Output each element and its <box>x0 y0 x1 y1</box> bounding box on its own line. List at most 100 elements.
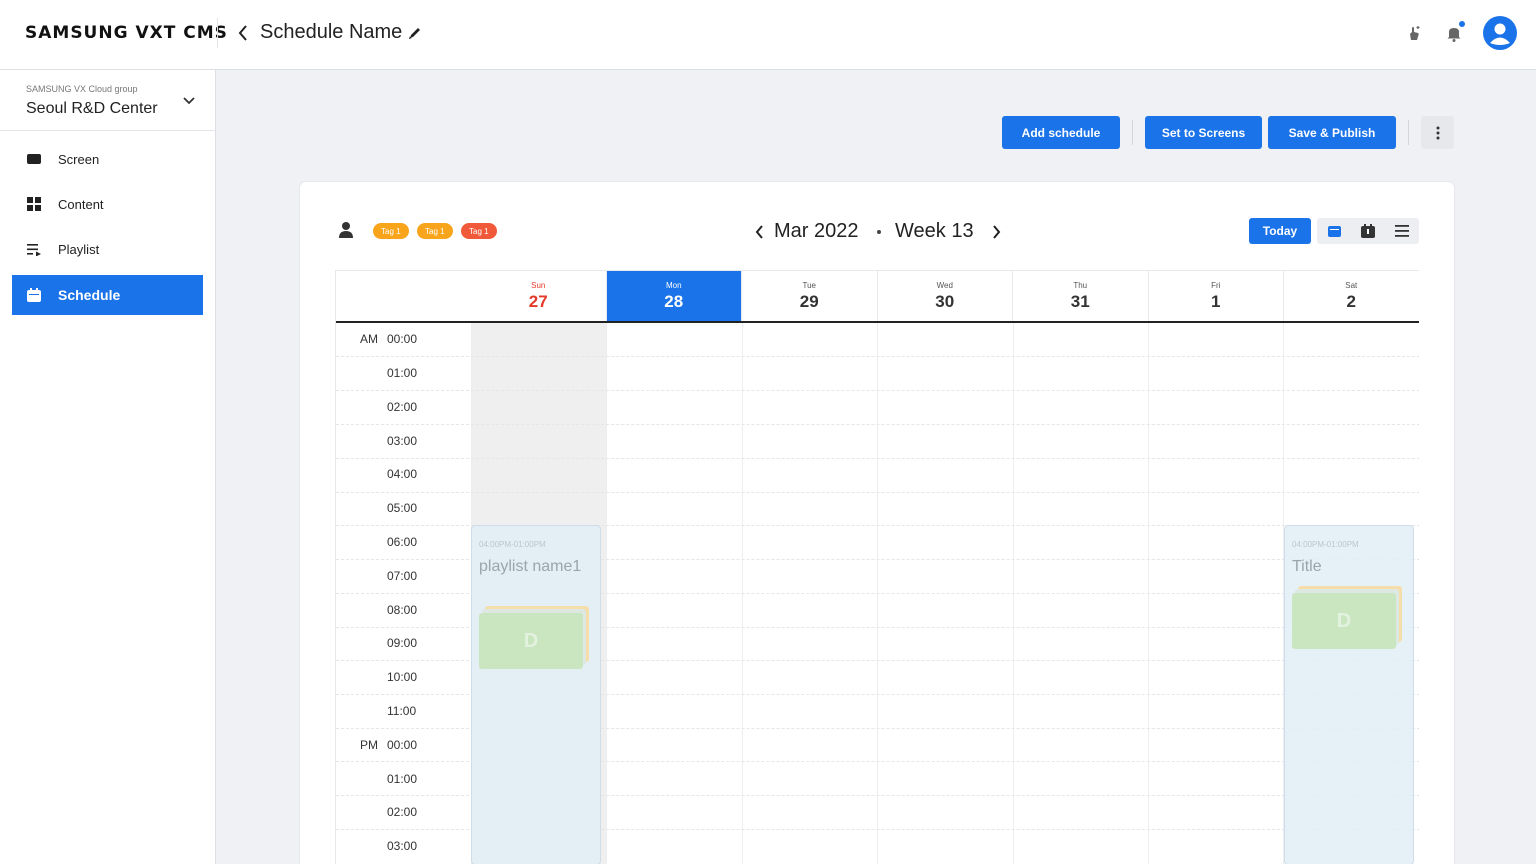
app-logo[interactable]: SAMSUNG VXT CMS <box>25 23 228 43</box>
touch-help-button[interactable] <box>1401 20 1427 46</box>
chevron-left-icon <box>755 225 763 239</box>
day-name: Wed <box>936 281 953 290</box>
user-avatar[interactable] <box>1483 16 1517 50</box>
day-header-thu[interactable]: Thu 31 <box>1013 271 1149 321</box>
content-thumbnail: D <box>479 606 591 670</box>
sidebar-item-label: Playlist <box>58 241 100 257</box>
button-divider <box>1408 120 1409 145</box>
hour-value: 00:00 <box>387 332 418 346</box>
day-header-wed[interactable]: Wed 30 <box>878 271 1013 321</box>
sidebar-item-label: Screen <box>58 151 100 167</box>
sidebar-item-schedule[interactable]: Schedule <box>12 275 203 315</box>
sidebar-item-screen[interactable]: Screen <box>12 139 203 179</box>
bell-icon <box>1447 27 1461 42</box>
day-name: Thu <box>1073 281 1088 290</box>
calendar-icon <box>26 287 42 303</box>
day-header-mon[interactable]: Mon 28 <box>606 271 742 321</box>
hour-value: 11:00 <box>387 704 417 718</box>
day-header-fri[interactable]: Fri 1 <box>1149 271 1284 321</box>
day-number: 1 <box>1211 292 1221 311</box>
event-time-range: 04:00PM-01:00PM <box>479 540 546 549</box>
event-title: playlist name1 <box>479 558 582 575</box>
hour-value: 00:00 <box>387 738 418 752</box>
hour-value: 08:00 <box>387 603 418 617</box>
week-view-button[interactable] <box>1351 218 1385 244</box>
list-view-button[interactable] <box>1385 218 1419 244</box>
ampm-label: AM <box>360 332 378 346</box>
day-view-button[interactable] <box>1317 218 1351 244</box>
touch-hand-icon <box>1410 26 1420 40</box>
more-vertical-icon <box>1436 126 1439 139</box>
thumbnail-front: D <box>479 613 583 669</box>
calendar-icon <box>1361 224 1375 238</box>
hour-value: 05:00 <box>387 501 418 515</box>
tag-chip[interactable]: Tag 1 <box>417 223 453 239</box>
group-name: Seoul R&D Center <box>26 100 158 117</box>
person-icon[interactable] <box>338 221 354 239</box>
sidebar-item-label: Schedule <box>58 287 121 303</box>
hour-value: 02:00 <box>387 805 418 819</box>
hour-value: 06:00 <box>387 535 418 549</box>
today-button[interactable]: Today <box>1249 218 1311 244</box>
topbar-divider <box>217 18 218 48</box>
playlist-icon <box>26 241 42 257</box>
hour-value: 02:00 <box>387 400 418 414</box>
day-header-tue[interactable]: Tue 29 <box>742 271 878 321</box>
event-time-range: 04:00PM-01:00PM <box>1292 540 1359 549</box>
notifications-button[interactable] <box>1441 20 1467 46</box>
button-divider <box>1132 120 1133 145</box>
day-number: 29 <box>799 292 819 311</box>
add-schedule-button[interactable]: Add schedule <box>1002 116 1120 149</box>
hour-value: 04:00 <box>387 467 418 481</box>
day-header-sat[interactable]: Sat 2 <box>1284 271 1419 321</box>
day-number: 30 <box>935 292 955 311</box>
sidebar: SAMSUNG VX Cloud group Seoul R&D Center … <box>0 70 216 864</box>
notification-dot <box>1459 21 1465 27</box>
tag-chip[interactable]: Tag 1 <box>461 223 497 239</box>
chevron-left-icon <box>238 25 247 41</box>
content-thumbnail: D <box>1292 586 1404 650</box>
screen-icon <box>26 151 42 167</box>
day-number: 28 <box>664 292 684 311</box>
month-label: Mar 2022 <box>774 220 859 242</box>
user-icon <box>1490 23 1510 45</box>
hour-value: 10:00 <box>387 670 418 684</box>
top-bar: SAMSUNG VXT CMS Schedule Name <box>0 0 1536 70</box>
save-publish-button[interactable]: Save & Publish <box>1268 116 1396 149</box>
chevron-right-icon <box>993 225 1001 239</box>
day-name: Fri <box>1211 281 1221 290</box>
hour-line <box>336 424 1419 425</box>
tag-chip[interactable]: Tag 1 <box>373 223 409 239</box>
schedule-name-title: Schedule Name <box>260 21 403 43</box>
thumbnail-front: D <box>1292 593 1396 649</box>
day-name: Tue <box>802 281 817 290</box>
prev-week-button[interactable] <box>749 221 769 243</box>
pencil-icon <box>409 28 420 39</box>
schedule-event-sat[interactable]: 04:00PM-01:00PM Title D <box>1284 525 1414 864</box>
group-label: SAMSUNG VX Cloud group <box>26 84 138 94</box>
view-toggle <box>1317 218 1419 244</box>
sidebar-item-content[interactable]: Content <box>12 184 203 224</box>
schedule-event-sun[interactable]: 04:00PM-01:00PM playlist name1 D <box>471 525 601 864</box>
chevron-down-icon <box>183 97 195 105</box>
day-header-sun[interactable]: Sun 27 <box>471 271 607 321</box>
day-name: Sun <box>531 281 546 290</box>
event-title: Title <box>1292 558 1322 575</box>
day-number: 2 <box>1346 292 1356 311</box>
day-view-icon <box>1327 226 1341 237</box>
hour-value: 07:00 <box>387 569 418 583</box>
hour-value: 01:00 <box>387 772 418 786</box>
next-week-button[interactable] <box>987 221 1007 243</box>
hour-value: 03:00 <box>387 434 418 448</box>
hour-line <box>336 356 1419 357</box>
back-button[interactable] <box>234 20 252 46</box>
hour-value: 03:00 <box>387 839 418 853</box>
hour-value: 09:00 <box>387 636 418 650</box>
sidebar-item-playlist[interactable]: Playlist <box>12 229 203 269</box>
day-number: 27 <box>528 292 548 311</box>
set-to-screens-button[interactable]: Set to Screens <box>1145 116 1262 149</box>
group-selector[interactable]: SAMSUNG VX Cloud group Seoul R&D Center <box>0 70 215 131</box>
edit-name-button[interactable] <box>405 23 425 43</box>
more-options-button[interactable] <box>1421 116 1454 149</box>
day-number: 31 <box>1070 292 1090 311</box>
